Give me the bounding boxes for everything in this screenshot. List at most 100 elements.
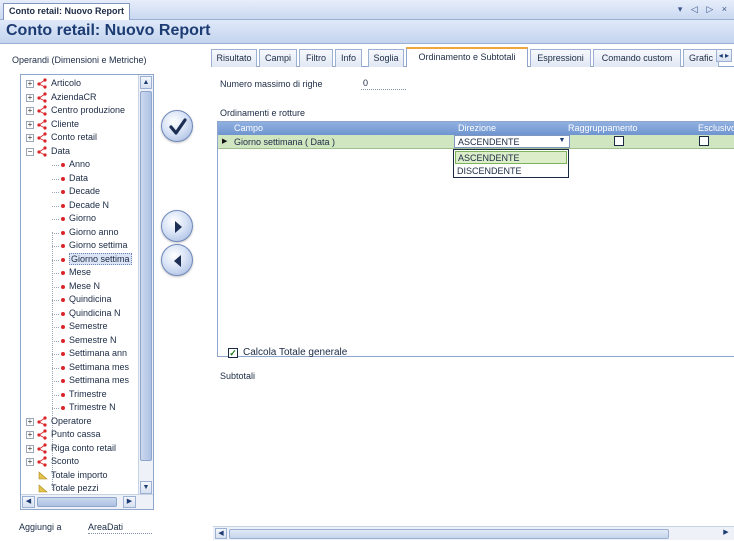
panel-horizontal-scrollbar[interactable]: ◀ ▶: [213, 526, 734, 540]
remove-operand-button[interactable]: [161, 244, 193, 276]
expand-icon[interactable]: +: [26, 93, 34, 102]
tree-item[interactable]: Giorno settima: [21, 240, 139, 253]
tree-item[interactable]: Semestre N: [21, 335, 139, 348]
dimension-icon: [37, 91, 47, 103]
expand-icon[interactable]: +: [26, 444, 34, 453]
column-header-grouping[interactable]: Raggruppamento: [568, 123, 638, 133]
collapse-icon[interactable]: −: [26, 147, 34, 156]
add-operand-button[interactable]: [161, 210, 193, 242]
tree-item[interactable]: + Sconto: [21, 456, 139, 469]
tree-item[interactable]: Trimestre N: [21, 402, 139, 415]
tree-item[interactable]: Giorno: [21, 213, 139, 226]
subtotals-label: Subtotali: [220, 371, 256, 381]
tree-item[interactable]: + Centro produzione: [21, 105, 139, 118]
expand-icon[interactable]: +: [26, 458, 34, 466]
column-header-direction[interactable]: Direzione: [458, 123, 496, 133]
cell-field[interactable]: Giorno settimana ( Data ): [234, 137, 335, 147]
tab-info[interactable]: Info: [335, 49, 362, 67]
tree-item[interactable]: + Conto retail: [21, 132, 139, 145]
scroll-left-icon[interactable]: ◀: [215, 528, 227, 539]
attribute-icon: [61, 352, 65, 356]
tree-item[interactable]: Totale importo: [21, 470, 139, 483]
tab-navigation-icons[interactable]: ▾ ◁ ▷ ×: [678, 4, 730, 15]
tree-connector: [52, 205, 59, 207]
expand-icon[interactable]: +: [26, 80, 34, 88]
tree-item[interactable]: Anno: [21, 159, 139, 172]
scroll-left-icon[interactable]: ◀: [22, 496, 35, 508]
metric-icon: [38, 484, 48, 493]
tab-comando-custom[interactable]: Comando custom: [593, 49, 681, 67]
tree-connector: [52, 165, 59, 166]
tree-item[interactable]: Settimana mes: [21, 375, 139, 388]
tree-item[interactable]: Settimana ann: [21, 348, 139, 361]
tree-item[interactable]: Mese: [21, 267, 139, 280]
tree-item[interactable]: Decade N: [21, 200, 139, 213]
max-rows-input[interactable]: 0: [361, 77, 406, 90]
tab-espressioni[interactable]: Espressioni: [530, 49, 591, 67]
grouping-checkbox[interactable]: [614, 136, 624, 146]
attribute-icon: [61, 163, 65, 167]
scroll-up-icon[interactable]: ▲: [140, 76, 152, 89]
tree-vertical-scrollbar[interactable]: ▲ ▼: [138, 75, 153, 495]
tree-item-label: Sconto: [51, 456, 80, 466]
tree-item-label: Decade: [69, 186, 101, 196]
tree-item[interactable]: − Data: [21, 146, 139, 159]
scroll-thumb[interactable]: [140, 91, 152, 461]
expand-icon[interactable]: +: [26, 417, 34, 426]
tree-item[interactable]: Semestre: [21, 321, 139, 334]
attribute-icon: [61, 392, 65, 397]
total-checkbox[interactable]: ✓: [228, 348, 238, 358]
tree-item[interactable]: + Cliente: [21, 119, 139, 132]
tree-item[interactable]: Data: [21, 173, 139, 186]
tree-item[interactable]: Decade: [21, 186, 139, 199]
tree-connector: [52, 192, 59, 193]
tab-campi[interactable]: Campi: [259, 49, 297, 67]
tab-strip: Risultato Campi Filtro Info Soglia Ordin…: [211, 47, 734, 68]
chevron-down-icon[interactable]: ▼: [556, 137, 568, 147]
scroll-thumb-horizontal[interactable]: [229, 529, 669, 539]
tree-item[interactable]: + Riga conto retail: [21, 443, 139, 456]
tab-scroll-arrows-icon[interactable]: ◂ ▸: [715, 49, 732, 62]
tree-item[interactable]: Quindicina: [21, 294, 139, 307]
expand-icon[interactable]: +: [26, 107, 34, 115]
arrow-right-icon: [175, 221, 182, 233]
operands-tree[interactable]: + Articolo + AziendaCR + Centro produzione + Cl…: [20, 74, 154, 510]
tab-grafici[interactable]: Grafic: [683, 49, 719, 67]
scroll-down-icon[interactable]: ▼: [140, 481, 152, 494]
tab-ordinamento-subtotali[interactable]: Ordinamento e Subtotali: [406, 47, 528, 68]
add-to-select[interactable]: AreaDati: [88, 522, 152, 534]
tree-item[interactable]: + Operatore: [21, 416, 139, 429]
tree-item[interactable]: Mese N: [21, 281, 139, 294]
tree-item[interactable]: Giorno settima: [21, 252, 139, 267]
scroll-thumb-horizontal[interactable]: [37, 497, 117, 507]
tab-risultato[interactable]: Risultato: [211, 49, 257, 67]
scroll-right-icon[interactable]: ▶: [720, 528, 732, 539]
tree-item-label: Mese N: [69, 280, 101, 291]
tree-item[interactable]: + Punto cassa: [21, 429, 139, 442]
scroll-right-icon[interactable]: ▶: [123, 496, 136, 508]
column-header-field[interactable]: Campo: [234, 123, 263, 133]
tab-filtro[interactable]: Filtro: [299, 49, 333, 67]
column-header-exclusive[interactable]: Esclusivo: [698, 123, 734, 133]
tree-connector: [52, 367, 59, 369]
expand-icon[interactable]: +: [26, 134, 34, 142]
document-tab[interactable]: Conto retail: Nuovo Report: [3, 3, 130, 20]
dropdown-option-ascendente[interactable]: ASCENDENTE: [455, 151, 567, 164]
tree-item[interactable]: Giorno anno: [21, 227, 139, 240]
tree-item[interactable]: + AziendaCR: [21, 92, 139, 105]
confirm-button[interactable]: [161, 110, 193, 142]
tree-item[interactable]: + Articolo: [21, 78, 139, 91]
tree-horizontal-scrollbar[interactable]: ◀ ▶: [21, 494, 153, 509]
tab-soglia[interactable]: Soglia: [368, 49, 404, 67]
tree-item-label: Data: [51, 145, 71, 156]
direction-dropdown[interactable]: ASCENDENTE ▼: [454, 135, 570, 148]
dropdown-option-discendente[interactable]: DISCENDENTE: [455, 165, 567, 178]
exclusive-checkbox[interactable]: [699, 136, 709, 146]
tree-item[interactable]: Trimestre: [21, 389, 139, 402]
expand-icon[interactable]: +: [26, 120, 34, 129]
expand-icon[interactable]: +: [26, 431, 34, 439]
tree-item[interactable]: Quindicina N: [21, 308, 139, 321]
page-title: Conto retail: Nuovo Report: [6, 22, 211, 39]
tree-item[interactable]: Settimana mes: [21, 362, 139, 375]
table-row[interactable]: ▶ Giorno settimana ( Data ) ASCENDENTE ▼: [218, 135, 734, 149]
